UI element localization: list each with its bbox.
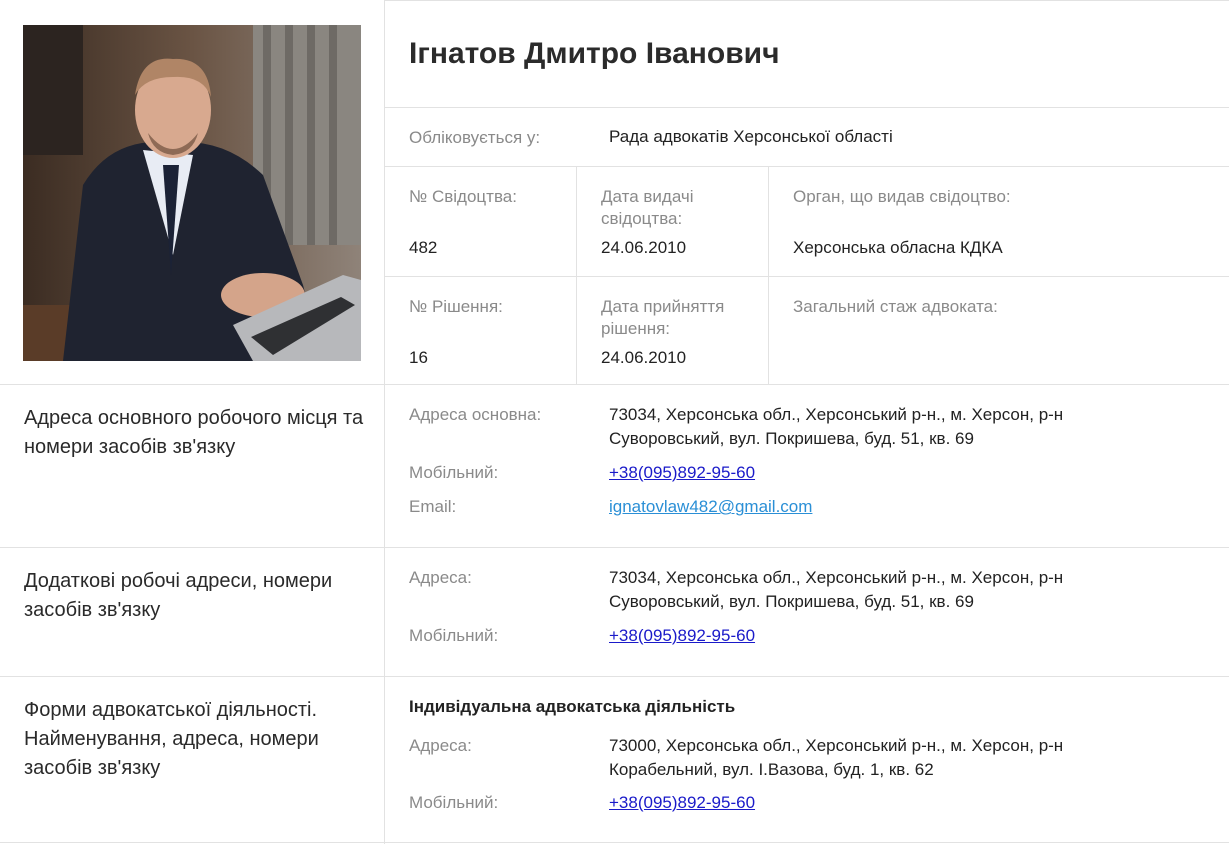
primary-mobile-link[interactable]: +38(095)892-95-60 xyxy=(609,461,755,485)
practice-address-label: Адреса: xyxy=(409,736,472,755)
certificate-issuer-value: Херсонська обласна КДКА xyxy=(793,238,1003,257)
cell-divider xyxy=(576,166,577,384)
additional-mobile-label: Мобільний: xyxy=(409,626,499,645)
divider xyxy=(0,676,1229,677)
practice-forms-title: Форми адвокатської діяльності. Найменува… xyxy=(24,699,319,779)
divider xyxy=(0,384,1229,385)
decision-number-value: 16 xyxy=(409,348,428,367)
registered-label: Обліковується у: xyxy=(409,128,541,147)
practice-address-value: 73000, Херсонська обл., Херсонський р-н.… xyxy=(609,736,1064,779)
certificate-number-value: 482 xyxy=(409,238,438,257)
divider xyxy=(384,107,1229,108)
practice-form-name: Індивідуальна адвокатська діяльність xyxy=(409,697,736,716)
practice-mobile-label: Мобільний: xyxy=(409,793,499,812)
experience-label: Загальний стаж адвоката: xyxy=(793,297,998,316)
certificate-number-label: № Свідоцтва: xyxy=(409,187,517,206)
additional-address-label: Адреса: xyxy=(409,568,472,587)
divider xyxy=(384,0,1229,1)
primary-address-label: Адреса основна: xyxy=(409,405,542,424)
email-link[interactable]: ignatovlaw482@gmail.com xyxy=(609,495,812,519)
email-label: Email: xyxy=(409,497,457,516)
registered-value: Рада адвокатів Херсонської області xyxy=(609,127,893,146)
primary-mobile-label: Мобільний: xyxy=(409,463,499,482)
certificate-issue-date-label: Дата видачі свідоцтва: xyxy=(601,187,694,228)
primary-address-value: 73034, Херсонська обл., Херсонський р-н.… xyxy=(609,405,1064,448)
lawyer-photo xyxy=(23,25,361,361)
decision-date-label: Дата прийняття рішення: xyxy=(601,297,725,338)
cell-divider xyxy=(768,166,769,384)
decision-number-label: № Рішення: xyxy=(409,297,503,316)
practice-mobile-link[interactable]: +38(095)892-95-60 xyxy=(609,791,755,815)
certificate-issuer-label: Орган, що видав свідоцтво: xyxy=(793,187,1011,206)
additional-address-value: 73034, Херсонська обл., Херсонський р-н.… xyxy=(609,568,1064,611)
certificate-issue-date-value: 24.06.2010 xyxy=(601,238,687,257)
primary-contacts-title: Адреса основного робочого місця та номер… xyxy=(24,407,364,458)
column-divider xyxy=(384,0,385,844)
divider xyxy=(0,842,1229,843)
divider xyxy=(384,276,1229,277)
decision-date-value: 24.06.2010 xyxy=(601,348,687,367)
additional-contacts-title: Додаткові робочі адреси, номери засобів … xyxy=(24,570,333,621)
divider xyxy=(384,166,1229,167)
lawyer-name: Ігнатов Дмитро Іванович xyxy=(409,37,780,70)
additional-mobile-link[interactable]: +38(095)892-95-60 xyxy=(609,624,755,648)
divider xyxy=(0,547,1229,548)
